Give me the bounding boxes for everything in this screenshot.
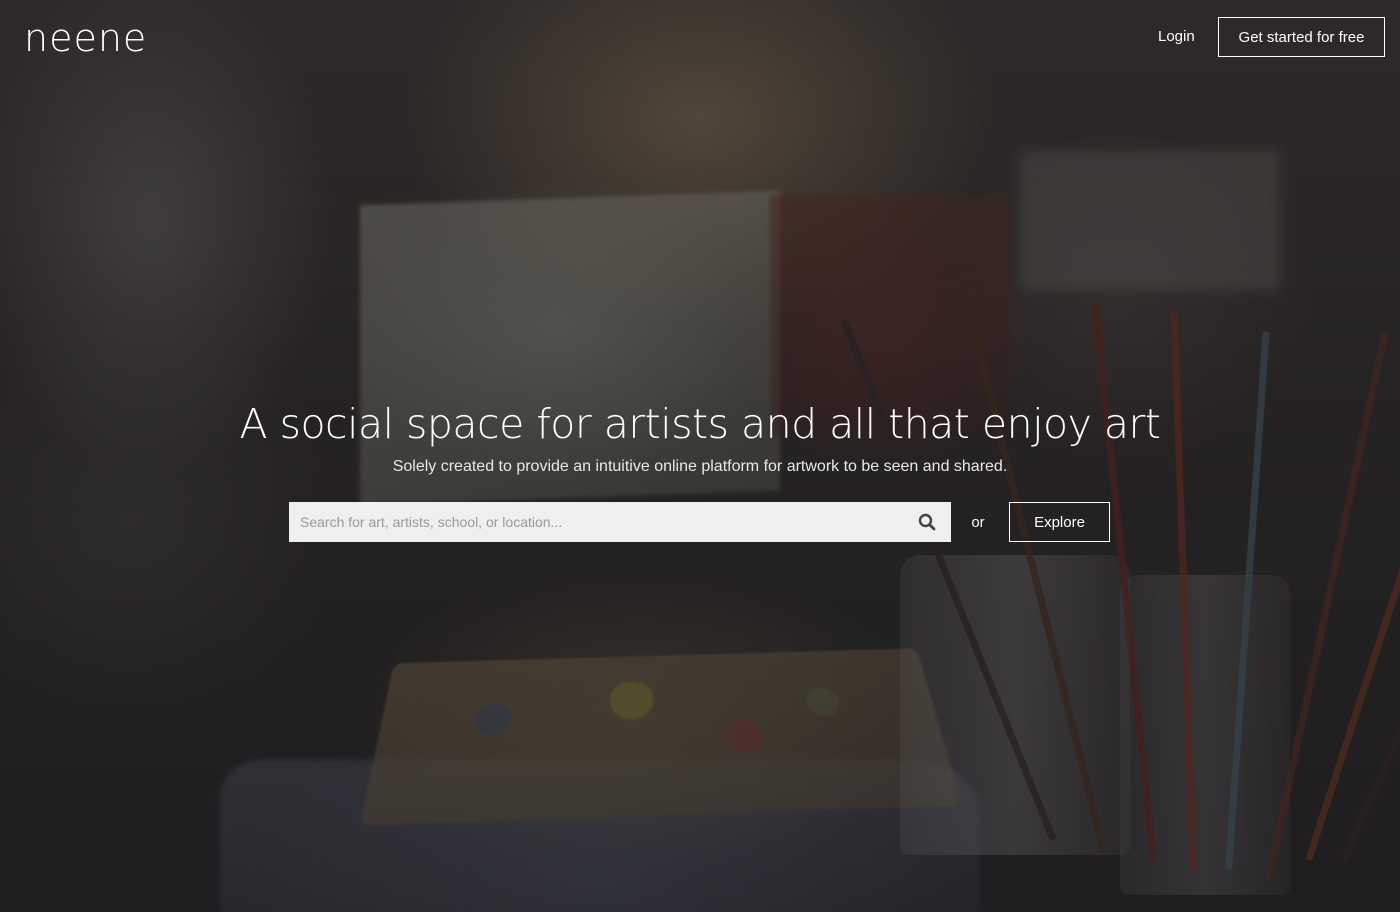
search-input[interactable] bbox=[289, 502, 903, 542]
site-header: neene Login Get started for free bbox=[0, 0, 1400, 80]
login-link[interactable]: Login bbox=[1158, 26, 1195, 48]
or-separator: or bbox=[971, 514, 985, 531]
explore-button[interactable]: Explore bbox=[1009, 502, 1110, 542]
search-bar bbox=[289, 502, 951, 542]
hero-subheadline: Solely created to provide an intuitive o… bbox=[392, 458, 1008, 475]
get-started-button[interactable]: Get started for free bbox=[1218, 17, 1385, 57]
search-icon[interactable] bbox=[903, 502, 951, 542]
hero-headline: A social space for artists and all that … bbox=[239, 400, 1161, 448]
neene-logo[interactable]: neene bbox=[24, 14, 147, 62]
